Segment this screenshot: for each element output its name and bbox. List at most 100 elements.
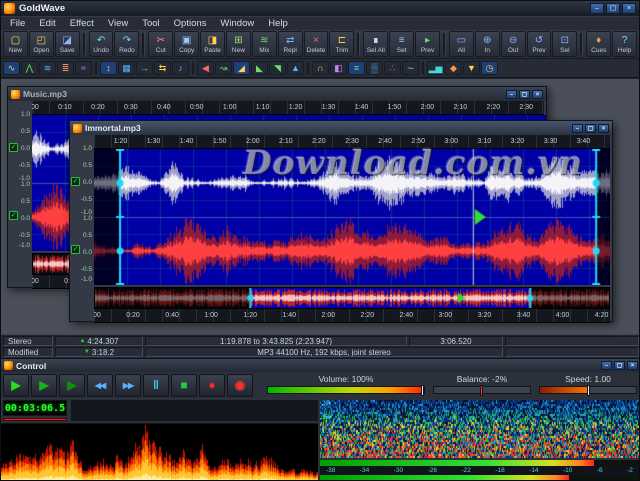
set-button[interactable]: ≡Set bbox=[389, 31, 414, 57]
effect-icon-time-warp[interactable]: ↝ bbox=[215, 61, 232, 75]
music-close-button[interactable]: × bbox=[532, 90, 543, 99]
play-button[interactable]: ▶ bbox=[3, 374, 29, 397]
menu-edit[interactable]: Edit bbox=[32, 18, 62, 29]
left-channel-select[interactable]: ✓ bbox=[71, 177, 80, 186]
control-minimize-button[interactable]: – bbox=[601, 361, 612, 370]
menu-file[interactable]: File bbox=[3, 18, 32, 29]
effect-icon-invert[interactable]: ↕ bbox=[100, 61, 117, 75]
immortal-maximize-button[interactable]: ▢ bbox=[585, 124, 596, 133]
effect-icon-maximize[interactable]: ▲ bbox=[287, 61, 304, 75]
effect-icon-spectrum[interactable]: ▂▅ bbox=[427, 61, 444, 75]
paste-button[interactable]: ◨Paste bbox=[200, 31, 225, 57]
time-spinner-icon[interactable]: ▲ bbox=[79, 338, 85, 344]
preview-button[interactable]: ▸Prev bbox=[415, 31, 440, 57]
immortal-waveform-canvas[interactable] bbox=[94, 149, 610, 285]
effect-icon-filter[interactable]: ≣ bbox=[57, 61, 74, 75]
trim-button[interactable]: ⊏Trim bbox=[329, 31, 354, 57]
paste-new-button[interactable]: ⊞New bbox=[226, 31, 251, 57]
menu-help[interactable]: Help bbox=[261, 18, 295, 29]
immortal-waveform-area[interactable] bbox=[94, 149, 610, 285]
menu-view[interactable]: View bbox=[101, 18, 135, 29]
menu-tool[interactable]: Tool bbox=[135, 18, 166, 29]
time-spinner-icon[interactable]: ▼ bbox=[84, 349, 90, 355]
effect-icon-echo[interactable]: ≋ bbox=[39, 61, 56, 75]
menu-effect[interactable]: Effect bbox=[63, 18, 101, 29]
maximize-button[interactable]: ▢ bbox=[606, 3, 620, 14]
title-bar[interactable]: GoldWave –▢× bbox=[1, 1, 639, 16]
play-selection-button[interactable]: ▶ bbox=[31, 374, 57, 397]
copy-button[interactable]: ▣Copy bbox=[174, 31, 199, 57]
effect-icon-marker[interactable]: ▼ bbox=[463, 61, 480, 75]
effect-icon-smoother[interactable]: ∼ bbox=[402, 61, 419, 75]
control-close-button[interactable]: × bbox=[627, 361, 638, 370]
balance-slider-handle[interactable] bbox=[480, 385, 483, 396]
effect-icon-volume[interactable]: ◢ bbox=[233, 61, 250, 75]
music-title-bar[interactable]: Music.mp3 –▢× bbox=[8, 87, 546, 101]
rewind-button[interactable]: ◀◀ bbox=[87, 374, 113, 397]
cues-button[interactable]: ♦Cues bbox=[586, 31, 611, 57]
balance-slider[interactable] bbox=[433, 386, 531, 394]
save-button[interactable]: ◪Save bbox=[55, 31, 80, 57]
undo-button[interactable]: ↶Undo bbox=[89, 31, 114, 57]
effect-icon-doppler[interactable]: ∿ bbox=[3, 61, 20, 75]
minimize-button[interactable]: – bbox=[590, 3, 604, 14]
effect-icon-mechanize[interactable]: ▦ bbox=[118, 61, 135, 75]
volume-slider-handle[interactable] bbox=[421, 385, 424, 396]
immortal-title-bar[interactable]: Immortal.mp3 –▢× bbox=[70, 121, 612, 135]
pause-button[interactable]: ‖ bbox=[143, 374, 169, 397]
effect-icon-reverse[interactable]: ◀ bbox=[197, 61, 214, 75]
control-maximize-button[interactable]: ▢ bbox=[614, 361, 625, 370]
volume-slider[interactable] bbox=[267, 386, 425, 394]
cut-button[interactable]: ✂Cut bbox=[148, 31, 173, 57]
fast-forward-button[interactable]: ▶▶ bbox=[115, 374, 141, 397]
immortal-ruler-top[interactable]: 1:201:301:401:502:002:102:202:302:402:50… bbox=[94, 135, 610, 149]
immortal-close-button[interactable]: × bbox=[598, 124, 609, 133]
effect-icon-dynamics[interactable]: ⋀ bbox=[21, 61, 38, 75]
effect-icon-pan[interactable]: ⇆ bbox=[154, 61, 171, 75]
effect-icon-fade-out[interactable]: ◥ bbox=[269, 61, 286, 75]
clock-icon[interactable]: ◷ bbox=[481, 61, 498, 75]
effect-icon-pop-removal[interactable]: ∴ bbox=[384, 61, 401, 75]
music-ruler-top[interactable]: 0:000:100:200:300:400:501:001:101:201:30… bbox=[32, 101, 544, 115]
mix-button[interactable]: ≋Mix bbox=[252, 31, 277, 57]
close-button[interactable]: × bbox=[622, 3, 636, 14]
left-channel-select[interactable]: ✓ bbox=[9, 143, 18, 152]
stop-button[interactable]: ■ bbox=[171, 374, 197, 397]
redo-button[interactable]: ↷Redo bbox=[114, 31, 139, 57]
immortal-ruler-bottom[interactable]: 0:000:200:401:001:201:402:002:202:403:00… bbox=[94, 309, 610, 323]
right-channel-select[interactable]: ✓ bbox=[9, 211, 18, 220]
record-button[interactable]: ● bbox=[199, 374, 225, 397]
effect-icon-fade-in[interactable]: ◣ bbox=[251, 61, 268, 75]
new-button[interactable]: ▢New bbox=[3, 31, 28, 57]
music-minimize-button[interactable]: – bbox=[506, 90, 517, 99]
zoom-all-button[interactable]: ▭All bbox=[449, 31, 474, 57]
effect-icon-flanger[interactable]: ≈ bbox=[75, 61, 92, 75]
immortal-minimize-button[interactable]: – bbox=[572, 124, 583, 133]
immortal-overview-bar[interactable] bbox=[94, 287, 610, 309]
menu-options[interactable]: Options bbox=[167, 18, 214, 29]
delete-button[interactable]: ×Delete bbox=[304, 31, 329, 57]
effect-icon-shape[interactable]: ∩ bbox=[312, 61, 329, 75]
zoom-previous-button[interactable]: ↺Prev bbox=[527, 31, 552, 57]
record-loop-button[interactable]: ◉ bbox=[227, 374, 253, 397]
effect-icon-stereo[interactable]: ◧ bbox=[330, 61, 347, 75]
music-maximize-button[interactable]: ▢ bbox=[519, 90, 530, 99]
loop-play-button[interactable]: ▶ bbox=[59, 374, 85, 397]
effect-icon-offset[interactable]: → bbox=[136, 61, 153, 75]
menu-window[interactable]: Window bbox=[213, 18, 261, 29]
speed-slider-handle[interactable] bbox=[587, 385, 590, 396]
effect-icon-equalizer[interactable]: ≡ bbox=[348, 61, 365, 75]
effect-icon-pitch[interactable]: ♪ bbox=[172, 61, 189, 75]
zoom-in-button[interactable]: ⊕In bbox=[475, 31, 500, 57]
replace-button[interactable]: ⇄Repl bbox=[278, 31, 303, 57]
control-title-bar[interactable]: Control –▢× bbox=[1, 359, 640, 372]
speed-slider[interactable] bbox=[539, 386, 637, 394]
zoom-selection-button[interactable]: ⊡Sel bbox=[552, 31, 577, 57]
select-all-button[interactable]: ∎Sel All bbox=[363, 31, 388, 57]
open-button[interactable]: ◰Open bbox=[29, 31, 54, 57]
document-window-immortal[interactable]: Immortal.mp3 –▢× 1:201:301:401:502:002:1… bbox=[69, 120, 613, 322]
effect-icon-cue-point[interactable]: ◆ bbox=[445, 61, 462, 75]
effect-icon-noise-reduction[interactable]: ▒ bbox=[366, 61, 383, 75]
help-button[interactable]: ?Help bbox=[612, 31, 637, 57]
immortal-overview-canvas[interactable] bbox=[95, 288, 609, 308]
